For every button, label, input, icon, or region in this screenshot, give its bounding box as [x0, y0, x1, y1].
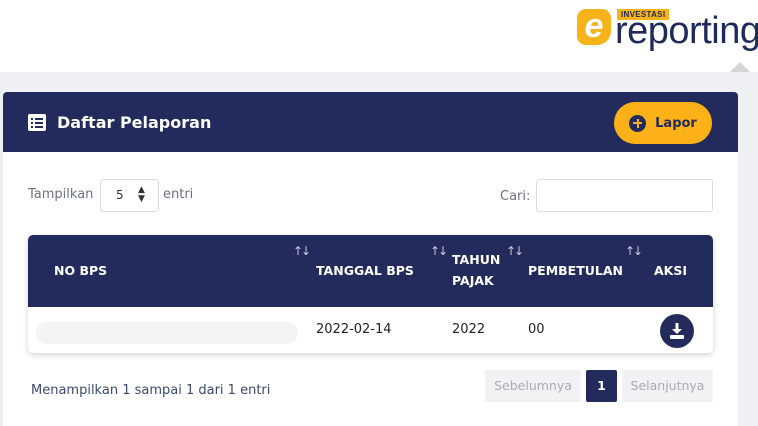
- col-pembetulan[interactable]: PEMBETULAN: [528, 261, 623, 281]
- lapor-button[interactable]: Lapor: [614, 102, 712, 144]
- e-reporting-logo[interactable]: e INVESTASI reporting: [575, 6, 758, 54]
- col-tanggal-bps[interactable]: TANGGAL BPS: [316, 261, 414, 281]
- sort-icon[interactable]: ↑↓: [430, 245, 448, 257]
- pagination-page-1[interactable]: 1: [586, 370, 617, 402]
- no-bps-cell-redacted: [36, 322, 298, 344]
- pagination-next[interactable]: Selanjutnya: [622, 370, 713, 402]
- col-tahun-pajak-line1[interactable]: TAHUN: [452, 250, 500, 270]
- search-label: Cari:: [500, 189, 531, 204]
- sort-icon[interactable]: ↑↓: [293, 245, 311, 257]
- tanggal-bps-cell: 2022-02-14: [316, 322, 392, 337]
- top-header: e INVESTASI reporting: [0, 0, 758, 72]
- download-icon: [670, 323, 684, 339]
- select-arrows-icon: ▲ ▼: [138, 185, 145, 204]
- col-no-bps[interactable]: NO BPS: [54, 261, 107, 281]
- download-button[interactable]: [660, 314, 694, 348]
- logo-wordmark: reporting: [615, 10, 758, 52]
- table-info: Menampilkan 1 sampai 1 dari 1 entri: [31, 383, 271, 398]
- card-title: Daftar Pelaporan: [57, 113, 212, 132]
- card-header: Daftar Pelaporan Lapor: [3, 92, 738, 152]
- scroll-up-icon[interactable]: [730, 62, 750, 72]
- search-input[interactable]: [536, 179, 713, 212]
- sort-icon[interactable]: ↑↓: [506, 245, 524, 257]
- sort-icon[interactable]: ↑↓: [625, 245, 643, 257]
- col-tahun-pajak-line2[interactable]: PAJAK: [452, 271, 494, 291]
- show-label: Tampilkan: [28, 187, 94, 202]
- pembetulan-cell: 00: [528, 322, 545, 337]
- tahun-pajak-cell: 2022: [452, 322, 486, 337]
- report-list-card: Daftar Pelaporan Lapor Tampilkan 5 ▲ ▼ en…: [3, 92, 738, 426]
- reports-table: NO BPS ↑↓ TANGGAL BPS ↑↓ TAHUN PAJAK ↑↓ …: [28, 235, 713, 353]
- logo-e-mark: e: [577, 9, 611, 45]
- lapor-button-label: Lapor: [655, 115, 697, 131]
- page-size-value: 5: [116, 188, 124, 202]
- plus-circle-icon: [629, 114, 647, 132]
- entries-label: entri: [163, 187, 194, 202]
- col-aksi: AKSI: [654, 263, 688, 278]
- table-header: NO BPS ↑↓ TANGGAL BPS ↑↓ TAHUN PAJAK ↑↓ …: [28, 235, 713, 307]
- table-row: 2022-02-14 2022 00: [28, 307, 713, 353]
- pagination-previous[interactable]: Sebelumnya: [485, 370, 581, 402]
- list-icon: [28, 114, 46, 131]
- page-size-select[interactable]: 5 ▲ ▼: [100, 179, 159, 212]
